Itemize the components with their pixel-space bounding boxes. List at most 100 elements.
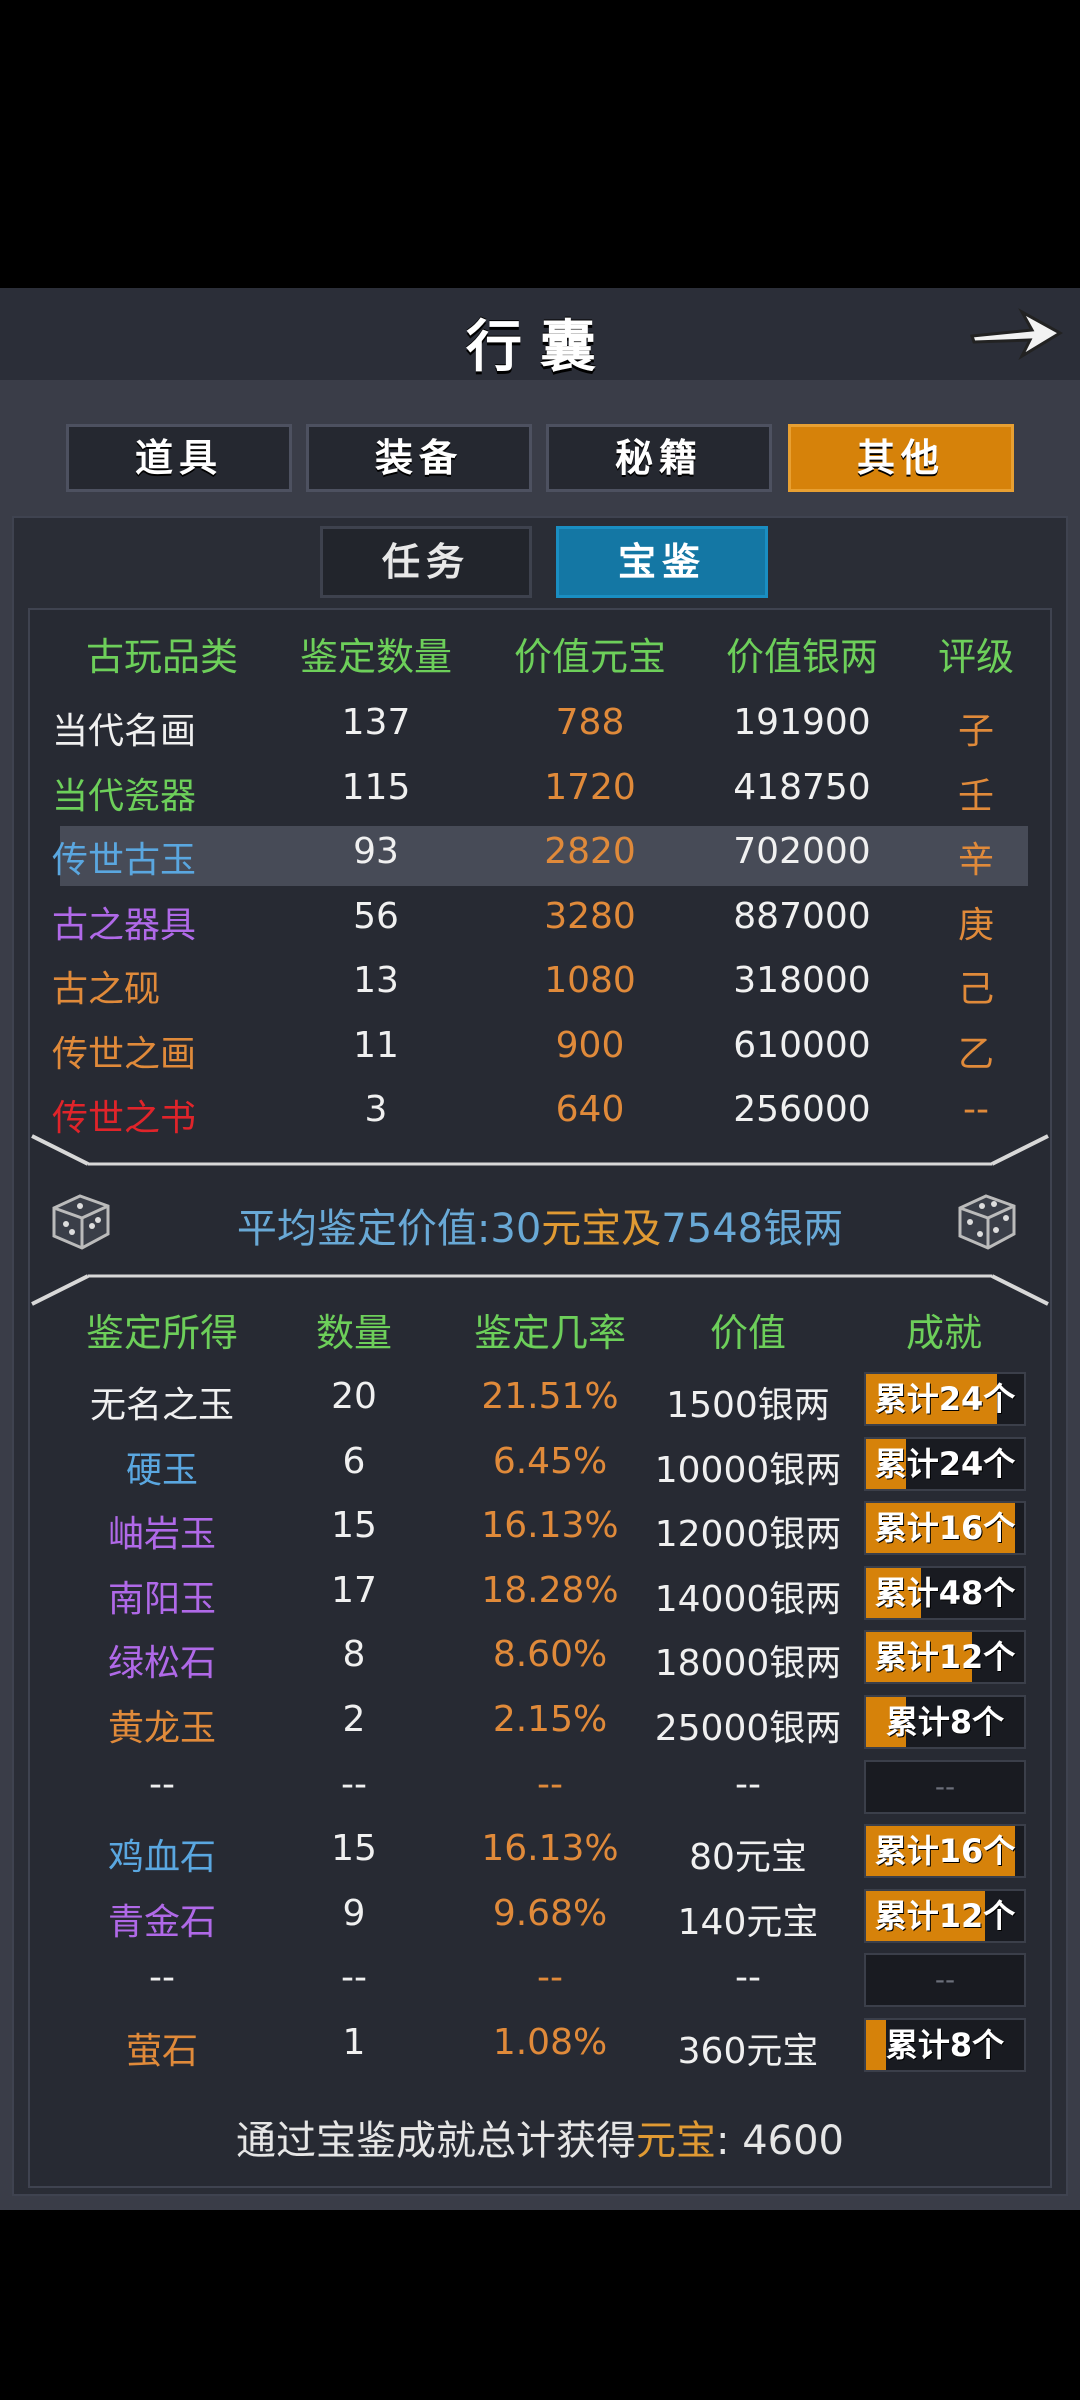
achievement-badge[interactable]: 累计16个	[864, 1824, 1026, 1879]
result-name[interactable]: 硬玉	[52, 1441, 272, 1493]
average-appraisal-value: 平均鉴定价值:30元宝及7548银两	[236, 1206, 844, 1252]
achievement-badge[interactable]: --	[864, 1953, 1026, 2008]
result-count: --	[341, 1957, 367, 1999]
result-rate: 8.60%	[492, 1634, 608, 1676]
achievement-badge[interactable]: 累计12个	[864, 1630, 1026, 1685]
result-value: 10000银两	[654, 1449, 842, 1491]
antique-name[interactable]: 当代名画	[52, 702, 272, 754]
antique-count: 3	[364, 1089, 388, 1130]
tab-2[interactable]: 秘籍	[546, 424, 772, 492]
antique-name[interactable]: 当代瓷器	[52, 767, 272, 819]
subtab-0[interactable]: 任务	[320, 526, 532, 598]
antique-count: 13	[353, 960, 399, 1001]
antique-yuanbao: 1720	[544, 766, 636, 808]
results-header: 价值	[709, 1311, 786, 1355]
achievement-badge[interactable]: 累计8个	[864, 1695, 1026, 1749]
result-value: 360元宝	[677, 2031, 819, 2072]
antique-grade: 庚	[957, 904, 994, 946]
result-count: 17	[331, 1569, 377, 1611]
result-value: --	[735, 1763, 761, 1805]
achievement-label: 累计12个	[874, 1638, 1016, 1677]
result-rate: 6.45%	[492, 1440, 608, 1482]
result-value: 80元宝	[689, 1837, 807, 1879]
achievement-badge[interactable]: 累计8个	[864, 2018, 1026, 2072]
antique-count: 11	[353, 1024, 399, 1066]
result-count: 2	[342, 1699, 366, 1740]
antique-yuanbao: 3280	[544, 895, 636, 937]
antique-name[interactable]: 古之砚	[52, 960, 272, 1012]
result-name[interactable]: 无名之玉	[52, 1376, 272, 1428]
antique-count: 115	[341, 766, 411, 808]
achievement-label: --	[934, 1963, 956, 1997]
antique-silver: 418750	[733, 766, 871, 808]
results-header: 鉴定所得	[85, 1311, 238, 1355]
achievement-badge[interactable]: 累计24个	[864, 1436, 1026, 1491]
result-name[interactable]: 青金石	[52, 1893, 272, 1945]
results-header: 数量	[315, 1311, 392, 1355]
result-rate: 2.15%	[492, 1699, 608, 1740]
result-value: 14000银两	[654, 1578, 842, 1620]
antique-silver: 256000	[733, 1089, 871, 1130]
forward-arrow-icon[interactable]	[966, 300, 1066, 366]
antique-silver: 610000	[733, 1024, 871, 1066]
antique-silver: 887000	[733, 895, 871, 937]
tab-3[interactable]: 其他	[788, 424, 1014, 492]
achievement-badge[interactable]: 累计16个	[864, 1501, 1026, 1556]
achievement-label: 累计12个	[874, 1896, 1016, 1935]
achievement-badge[interactable]: 累计12个	[864, 1888, 1026, 1943]
achievement-label: --	[934, 1769, 956, 1803]
achievement-label: 累计24个	[874, 1380, 1016, 1418]
results-header: 成就	[905, 1311, 982, 1355]
antique-grade: --	[963, 1089, 989, 1130]
tab-0[interactable]: 道具	[66, 424, 292, 492]
antique-yuanbao: 640	[555, 1089, 625, 1130]
antiques-header: 古玩品类	[85, 635, 238, 679]
result-count: 15	[331, 1828, 377, 1870]
achievement-badge[interactable]: 累计48个	[864, 1565, 1026, 1620]
result-name[interactable]: 南阳玉	[52, 1570, 272, 1622]
antique-name[interactable]: 传世古玉	[52, 831, 272, 883]
result-count: 15	[331, 1505, 377, 1547]
antiques-header: 评级	[937, 635, 1014, 679]
achievement-label: 累计24个	[874, 1444, 1016, 1483]
result-value: 1500银两	[666, 1385, 830, 1426]
antique-yuanbao: 2820	[544, 831, 636, 872]
antique-silver: 702000	[733, 831, 871, 872]
result-name[interactable]: 绿松石	[52, 1634, 272, 1686]
result-rate: 16.13%	[481, 1828, 619, 1870]
antique-grade: 子	[957, 711, 994, 752]
antiques-header: 价值元宝	[513, 635, 666, 679]
result-rate: --	[537, 1763, 563, 1805]
antique-yuanbao: 900	[555, 1024, 625, 1066]
results-header: 鉴定几率	[473, 1311, 626, 1355]
antique-silver: 191900	[733, 702, 871, 743]
result-name[interactable]: --	[52, 1957, 272, 1998]
antique-name[interactable]: 古之器具	[52, 896, 272, 948]
achievement-label: 累计8个	[885, 1703, 1005, 1741]
result-name[interactable]: 鸡血石	[52, 1828, 272, 1880]
result-name[interactable]: 黄龙玉	[52, 1699, 272, 1751]
achievement-badge[interactable]: --	[864, 1759, 1026, 1814]
result-count: --	[341, 1763, 367, 1805]
result-value: 18000银两	[654, 1643, 842, 1685]
result-rate: 21.51%	[481, 1376, 619, 1417]
tab-1[interactable]: 装备	[306, 424, 532, 492]
achievement-badge[interactable]: 累计24个	[864, 1372, 1026, 1426]
antique-grade: 壬	[957, 775, 994, 817]
achievement-label: 累计16个	[874, 1832, 1016, 1871]
antique-name[interactable]: 传世之书	[52, 1089, 272, 1141]
antique-name[interactable]: 传世之画	[52, 1025, 272, 1077]
antique-grade: 辛	[957, 840, 994, 881]
result-name[interactable]: 岫岩玉	[52, 1505, 272, 1557]
result-rate: 9.68%	[492, 1892, 608, 1934]
result-count: 8	[342, 1634, 366, 1676]
antique-grade: 乙	[957, 1033, 994, 1075]
antique-count: 93	[353, 831, 399, 872]
page-title: 行囊	[466, 314, 614, 380]
achievement-label: 累计8个	[885, 2026, 1005, 2064]
result-name[interactable]: --	[52, 1764, 272, 1805]
subtab-1[interactable]: 宝鉴	[556, 526, 768, 598]
antiques-header: 价值银两	[725, 635, 878, 679]
result-name[interactable]: 萤石	[52, 2022, 272, 2074]
result-count: 1	[342, 2022, 366, 2063]
